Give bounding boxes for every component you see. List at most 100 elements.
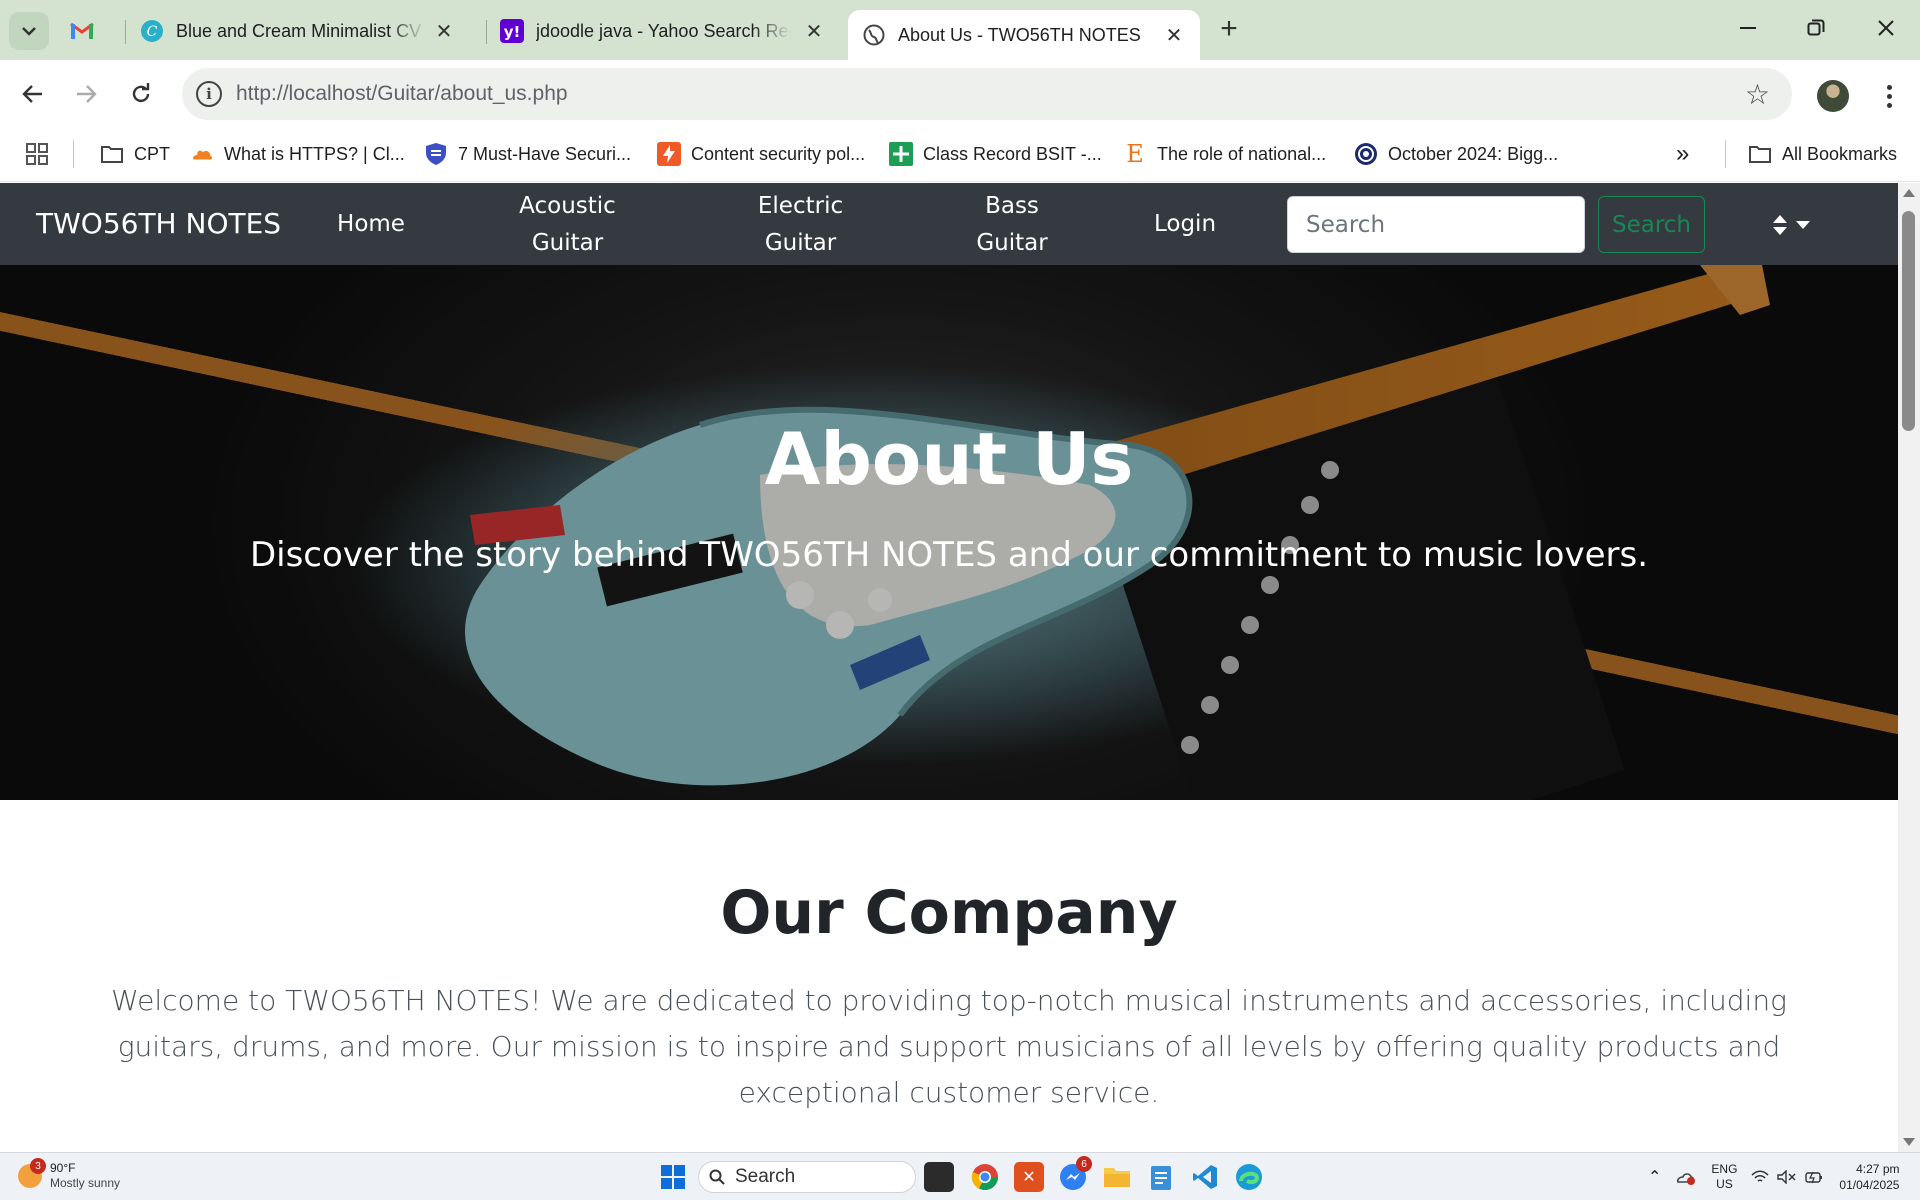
- hero-overlay: [0, 265, 1898, 800]
- bookmark-label: 7 Must-Have Securi...: [458, 143, 632, 164]
- nav-acoustic-guitar[interactable]: Acoustic Guitar: [500, 188, 635, 262]
- site-brand[interactable]: TWO56TH NOTES: [36, 207, 281, 240]
- window-close-icon[interactable]: [1866, 8, 1906, 48]
- site-info-icon[interactable]: i: [196, 81, 222, 107]
- weather-sun-icon: 3: [18, 1158, 46, 1188]
- bookmark-label: What is HTTPS? | Cl...: [224, 143, 405, 164]
- windows-taskbar: 3 90°F Mostly sunny Search ✕ 6 ⌃ ENG US …: [0, 1152, 1920, 1200]
- weather-widget[interactable]: 3 90°F Mostly sunny: [18, 1158, 121, 1191]
- tab-canva[interactable]: C Blue and Cream Minimalist CV R ✕: [140, 10, 470, 52]
- messenger-icon[interactable]: 6: [1058, 1156, 1092, 1192]
- windows-start-icon[interactable]: [658, 1162, 688, 1192]
- volume-muted-icon[interactable]: [1777, 1170, 1797, 1184]
- url-host: http://localhost: [236, 82, 372, 105]
- sheets-icon: [889, 142, 913, 166]
- vscode-icon[interactable]: [1190, 1162, 1220, 1192]
- tab-divider: [486, 20, 487, 44]
- notepad-icon[interactable]: [1146, 1162, 1176, 1192]
- tab-title: About Us - TWO56TH NOTES: [898, 24, 1141, 45]
- company-description: Welcome to TWO56TH NOTES! We are dedicat…: [111, 984, 1787, 1109]
- bolt-icon: [657, 142, 681, 166]
- tab-search-button[interactable]: [9, 12, 49, 50]
- nav-bass-guitar[interactable]: Bass Guitar: [962, 188, 1062, 262]
- back-arrow-icon[interactable]: [14, 75, 52, 113]
- bookmarks-bar: CPT What is HTTPS? | Cl... 7 Must-Have S…: [0, 128, 1920, 182]
- tab-title: Blue and Cream Minimalist CV R: [176, 20, 426, 41]
- bookmark-label: October 2024: Bigg...: [1388, 143, 1559, 164]
- canva-icon: C: [140, 19, 164, 43]
- bookmark-class-record[interactable]: Class Record BSIT -...: [889, 138, 1102, 170]
- taskbar-search-label: Search: [735, 1166, 796, 1187]
- reload-icon[interactable]: [122, 75, 160, 113]
- search-input[interactable]: [1287, 196, 1585, 253]
- bookmark-label: CPT: [134, 143, 170, 164]
- search-button[interactable]: Search: [1598, 196, 1705, 253]
- bookmark-cpt[interactable]: CPT: [100, 138, 170, 170]
- weather-temp: 90°F: [50, 1161, 76, 1175]
- tab-strip: C Blue and Cream Minimalist CV R ✕ y! jd…: [0, 0, 1920, 60]
- folder-icon: [1748, 142, 1772, 166]
- nav-home[interactable]: Home: [326, 206, 416, 243]
- apps-grid-icon[interactable]: [26, 138, 48, 170]
- theme-toggle[interactable]: [1772, 209, 1824, 241]
- tab-title: jdoodle java - Yahoo Search Res: [536, 20, 791, 41]
- minimize-icon[interactable]: [1728, 8, 1768, 48]
- hero-title: About Us: [764, 417, 1134, 501]
- search-icon: [709, 1169, 725, 1185]
- url-text[interactable]: http://localhost/Guitar/about_us.php: [236, 82, 568, 106]
- site-navbar: TWO56TH NOTES Home Acoustic Guitar Elect…: [0, 183, 1898, 265]
- lang-top: ENG: [1711, 1162, 1738, 1176]
- hero-subtitle: Discover the story behind TWO56TH NOTES …: [249, 535, 1649, 575]
- more-menu-icon[interactable]: [1874, 76, 1904, 116]
- close-icon[interactable]: ✕: [432, 19, 456, 43]
- page-scrollbar[interactable]: [1898, 183, 1920, 1152]
- onedrive-error-icon[interactable]: [1675, 1168, 1697, 1186]
- messenger-badge: 6: [1076, 1156, 1092, 1172]
- file-explorer-icon[interactable]: [1102, 1162, 1132, 1192]
- bookmark-october[interactable]: October 2024: Bigg...: [1354, 138, 1558, 170]
- task-view-icon[interactable]: [924, 1162, 954, 1192]
- bookmark-https[interactable]: What is HTTPS? | Cl...: [190, 138, 405, 170]
- bookmark-star-icon[interactable]: ☆: [1745, 78, 1770, 111]
- bookmark-csp[interactable]: Content security pol...: [657, 138, 865, 170]
- profile-avatar[interactable]: [1817, 80, 1849, 112]
- weather-desc: Mostly sunny: [50, 1176, 121, 1190]
- clock[interactable]: 4:27 pm 01/04/2025: [1839, 1161, 1899, 1193]
- bookmark-divider: [1725, 140, 1726, 168]
- tab-gmail[interactable]: [70, 10, 120, 52]
- gmail-icon: [70, 19, 94, 43]
- page-viewport: TWO56TH NOTES Home Acoustic Guitar Elect…: [0, 183, 1898, 1152]
- tab-yahoo[interactable]: y! jdoodle java - Yahoo Search Res ✕: [500, 10, 840, 52]
- bookmark-security[interactable]: 7 Must-Have Securi...: [424, 138, 631, 170]
- chrome-icon[interactable]: [970, 1162, 1000, 1192]
- system-tray: ⌃ ENG US 4:27 pm 01/04/2025: [1648, 1153, 1899, 1200]
- more-bookmarks-chevron-icon[interactable]: »: [1676, 138, 1689, 170]
- scroll-up-arrow-icon[interactable]: [1903, 189, 1915, 197]
- tab-about-us[interactable]: About Us - TWO56TH NOTES ✕: [848, 10, 1200, 60]
- wifi-icon[interactable]: [1751, 1170, 1769, 1184]
- bookmark-label: The role of national...: [1157, 143, 1327, 164]
- bookmark-divider: [73, 140, 74, 168]
- address-bar[interactable]: i http://localhost/Guitar/about_us.php ☆: [182, 68, 1792, 120]
- battery-icon[interactable]: [1805, 1170, 1823, 1184]
- restore-icon[interactable]: [1796, 8, 1836, 48]
- new-tab-plus-icon[interactable]: +: [1212, 12, 1246, 46]
- scroll-down-arrow-icon[interactable]: [1903, 1138, 1915, 1146]
- nav-electric-guitar[interactable]: Electric Guitar: [733, 188, 868, 262]
- close-icon[interactable]: ✕: [802, 19, 826, 43]
- edge-icon[interactable]: [1234, 1162, 1264, 1192]
- scrollbar-thumb[interactable]: [1902, 211, 1915, 431]
- taskbar-search[interactable]: Search: [698, 1161, 916, 1193]
- show-hidden-icons-chevron-icon[interactable]: ⌃: [1648, 1167, 1661, 1187]
- lang-bottom: US: [1716, 1177, 1733, 1191]
- close-icon[interactable]: ✕: [1162, 23, 1186, 47]
- shield-icon: [424, 142, 448, 166]
- clock-time: 4:27 pm: [1856, 1162, 1900, 1176]
- bookmark-national[interactable]: E The role of national...: [1123, 138, 1326, 170]
- nav-login[interactable]: Login: [1140, 206, 1230, 243]
- forward-arrow-icon[interactable]: [67, 75, 105, 113]
- xampp-icon[interactable]: ✕: [1014, 1162, 1044, 1192]
- bookmark-label: Content security pol...: [691, 143, 866, 164]
- all-bookmarks[interactable]: All Bookmarks: [1748, 138, 1897, 170]
- language-indicator[interactable]: ENG US: [1711, 1162, 1737, 1192]
